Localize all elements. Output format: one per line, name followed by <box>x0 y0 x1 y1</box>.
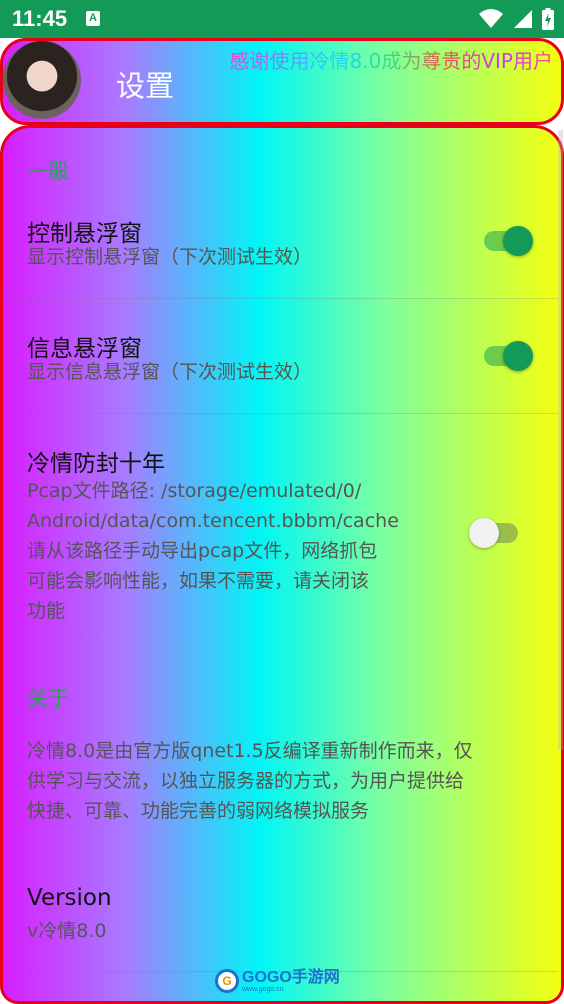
pref-summary: 显示控制悬浮窗（下次测试生效） <box>27 246 313 268</box>
summary-line: Pcap文件路径: /storage/emulated/0/ <box>27 480 362 502</box>
watermark-sub: www.gogo.cn <box>242 985 284 993</box>
watermark-text: GOGO手游网 <box>242 968 340 986</box>
notification-a-icon: A <box>86 11 100 26</box>
gogo-logo-icon: G <box>215 969 239 993</box>
pref-title: 冷情防封十年 <box>27 451 165 477</box>
section-header-general: 一般 <box>27 159 69 183</box>
info-float-switch[interactable] <box>477 339 537 373</box>
switch-thumb <box>503 226 533 256</box>
section-header-about: 关于 <box>27 687 69 711</box>
status-bar: 11:45 A <box>0 0 564 38</box>
pref-summary: v冷情8.0 <box>27 920 107 942</box>
anti-ban-switch[interactable] <box>469 516 529 550</box>
summary-line: 可能会影响性能，如果不需要，请关闭该 <box>27 570 370 592</box>
switch-thumb <box>469 518 499 548</box>
app-bar: 设置 感谢使用冷情8.0成为尊贵的VIP用户 <box>0 38 564 125</box>
watermark: G GOGO手游网 www.gogo.cn <box>215 966 340 996</box>
summary-line: 请从该路径手动导出pcap文件，网络抓包 <box>27 540 378 562</box>
status-time: 11:45 <box>12 6 68 31</box>
pref-summary: Pcap文件路径: /storage/emulated/0/ Android/d… <box>27 476 447 626</box>
summary-line: 冷情8.0是由官方版qnet1.5反编译重新制作而来，仅 <box>27 740 473 762</box>
settings-list[interactable]: 一般 控制悬浮窗 显示控制悬浮窗（下次测试生效） 信息悬浮窗 显示信息悬浮窗（下… <box>0 125 564 1004</box>
pref-summary: 显示信息悬浮窗（下次测试生效） <box>27 361 313 383</box>
about-description: 冷情8.0是由官方版qnet1.5反编译重新制作而来，仅 供学习与交流，以独立服… <box>27 736 547 826</box>
divider <box>6 298 558 299</box>
signal-icon <box>514 10 532 28</box>
vip-banner: 感谢使用冷情8.0成为尊贵的VIP用户 <box>230 45 553 74</box>
summary-line: 功能 <box>27 600 66 622</box>
status-icons <box>478 8 554 30</box>
battery-icon <box>542 8 554 30</box>
page-title: 设置 <box>116 69 175 103</box>
wifi-icon <box>479 9 503 28</box>
summary-line: 快捷、可靠、功能完善的弱网络模拟服务 <box>27 800 370 822</box>
scrollbar[interactable] <box>558 130 563 750</box>
divider <box>6 413 558 414</box>
pref-title: Version <box>27 885 112 911</box>
summary-line: Android/data/com.tencent.bbbm/cache <box>27 510 399 532</box>
switch-thumb <box>503 341 533 371</box>
watermark-text-block: GOGO手游网 www.gogo.cn <box>242 968 340 993</box>
avatar[interactable] <box>3 41 81 119</box>
summary-line: 供学习与交流，以独立服务器的方式，为用户提供给 <box>27 770 465 792</box>
control-float-switch[interactable] <box>477 224 537 258</box>
